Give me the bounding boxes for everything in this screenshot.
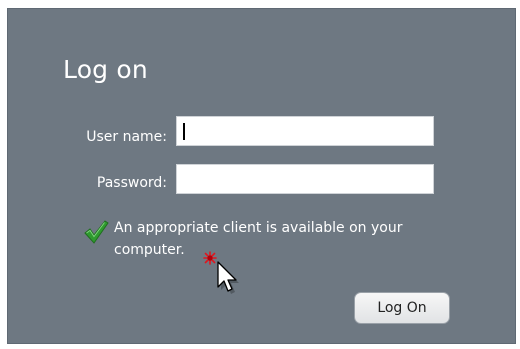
checkmark-icon (84, 220, 109, 244)
client-status-message: An appropriate client is available on yo… (114, 220, 403, 258)
logon-panel: Log on User name: Password: An appropria… (7, 8, 516, 344)
text-caret (183, 123, 185, 140)
username-label: User name: (86, 129, 167, 145)
logon-button[interactable]: Log On (354, 292, 450, 324)
mouse-pointer-icon (203, 251, 239, 294)
page-title: Log on (63, 55, 148, 84)
password-input[interactable] (176, 164, 434, 194)
password-label: Password: (96, 175, 167, 191)
username-input[interactable] (176, 116, 434, 146)
